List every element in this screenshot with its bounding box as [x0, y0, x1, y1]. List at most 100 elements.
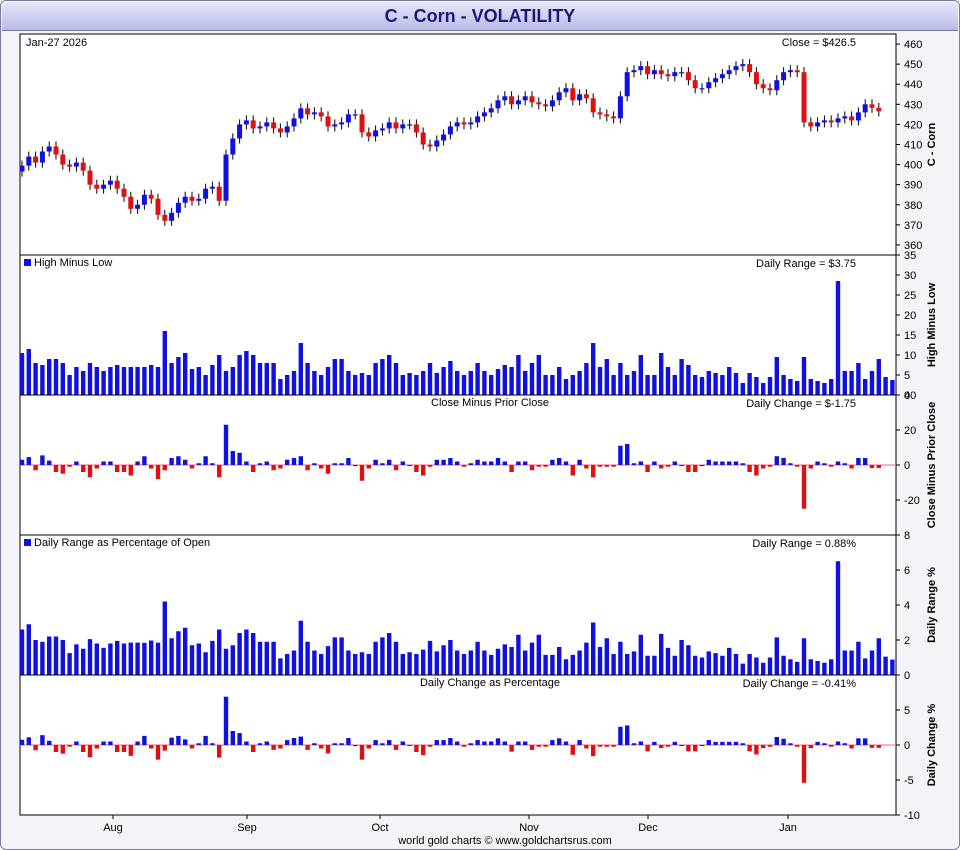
candle-body — [386, 122, 392, 129]
ytick-label-price: 380 — [904, 200, 922, 212]
bar-cmpc — [203, 456, 208, 465]
bar-cmpc — [305, 465, 310, 471]
candle-body — [583, 94, 589, 99]
bar-cpct — [183, 739, 188, 745]
ytick-label-rpct: 0 — [904, 670, 910, 682]
bar-hml — [237, 355, 242, 395]
bar-cpct — [285, 740, 290, 745]
bar-cpct — [557, 738, 562, 745]
bar-hml — [60, 363, 65, 395]
candle-body — [264, 122, 270, 127]
bar-hml — [108, 367, 113, 395]
bar-cpct — [611, 745, 616, 747]
bar-cpct — [468, 743, 473, 745]
bar-hml — [713, 373, 718, 395]
candle-body — [821, 120, 827, 123]
bar-rpct — [761, 662, 766, 675]
bar-hml — [393, 363, 399, 395]
bar-cmpc — [516, 461, 521, 465]
bar-rpct — [869, 650, 875, 675]
bar-cmpc — [584, 465, 589, 469]
bar-rpct — [366, 654, 371, 675]
bar-cmpc — [455, 461, 460, 465]
ytick-label-price: 440 — [904, 79, 922, 91]
candle-body — [379, 128, 385, 131]
bar-cpct — [359, 745, 365, 760]
bar-cpct — [223, 696, 229, 745]
bar-cpct — [679, 745, 684, 746]
bar-cmpc — [611, 465, 616, 467]
candle-body — [495, 100, 501, 109]
bar-hml — [210, 365, 215, 395]
date-label: Jan-27 2026 — [26, 37, 87, 49]
candle-body — [298, 108, 304, 119]
bar-rpct — [835, 561, 841, 675]
candle-body — [679, 72, 685, 74]
bar-rpct — [183, 627, 188, 675]
candle-body — [713, 78, 719, 83]
bar-cpct — [434, 740, 439, 745]
bar-hml — [557, 367, 562, 395]
bar-cmpc — [244, 461, 249, 465]
bar-cmpc — [835, 461, 841, 465]
bar-rpct — [115, 640, 120, 675]
bar-rpct — [40, 641, 45, 675]
bar-rpct — [421, 649, 426, 675]
bar-cpct — [74, 741, 79, 745]
bar-cpct — [808, 745, 813, 749]
bar-rpct — [359, 652, 365, 675]
bar-cpct — [427, 745, 433, 747]
bar-cmpc — [407, 465, 412, 466]
bar-rpct — [312, 650, 317, 675]
volatility-chart: 360370380390400410420430440450460C - Cor… — [19, 33, 938, 847]
candle-body — [604, 114, 610, 117]
bar-rpct — [659, 633, 664, 675]
bar-hml — [421, 371, 426, 395]
bar-cpct — [237, 733, 242, 745]
bar-rpct — [733, 654, 739, 675]
candle-body — [549, 100, 555, 107]
bar-cmpc — [142, 456, 147, 465]
bar-cpct — [747, 745, 752, 752]
bar-rpct — [305, 641, 310, 675]
bar-cmpc — [414, 465, 419, 472]
bar-cmpc — [788, 463, 793, 465]
bar-cmpc — [67, 465, 72, 467]
candle-body — [311, 112, 317, 115]
bar-rpct — [373, 641, 378, 675]
candle-body — [175, 202, 181, 213]
bar-cpct — [618, 726, 623, 745]
candle-body — [760, 84, 766, 89]
bar-hml — [94, 367, 99, 395]
bar-hml — [332, 359, 337, 395]
bar-cpct — [67, 745, 72, 747]
bar-hml — [183, 353, 188, 395]
bar-hml — [475, 363, 480, 395]
bar-cpct — [638, 741, 643, 745]
xtick-label-dec: Dec — [638, 822, 658, 834]
ytick-label-price: 420 — [904, 119, 922, 131]
bar-cmpc — [271, 465, 276, 471]
ytick-label-hml: 20 — [904, 310, 916, 322]
bar-hml — [815, 381, 820, 395]
bar-hml — [495, 369, 501, 395]
candle-body — [135, 204, 141, 209]
bar-rpct — [720, 655, 725, 675]
bar-cpct — [788, 743, 793, 745]
bar-rpct — [890, 659, 895, 675]
bar-rpct — [489, 654, 494, 675]
bar-cpct — [842, 743, 847, 745]
bar-cpct — [108, 741, 113, 745]
bar-hml — [550, 375, 555, 395]
bar-rpct — [33, 640, 38, 675]
bar-cmpc — [81, 465, 86, 472]
bar-cmpc — [60, 465, 65, 474]
bar-rpct — [128, 642, 133, 675]
bar-cmpc — [346, 458, 351, 465]
bar-rpct — [264, 641, 269, 675]
bar-rpct — [176, 631, 181, 675]
bar-cpct — [529, 745, 535, 750]
bar-cmpc — [210, 463, 215, 465]
bar-cpct — [373, 740, 378, 745]
bar-hml — [808, 379, 813, 395]
